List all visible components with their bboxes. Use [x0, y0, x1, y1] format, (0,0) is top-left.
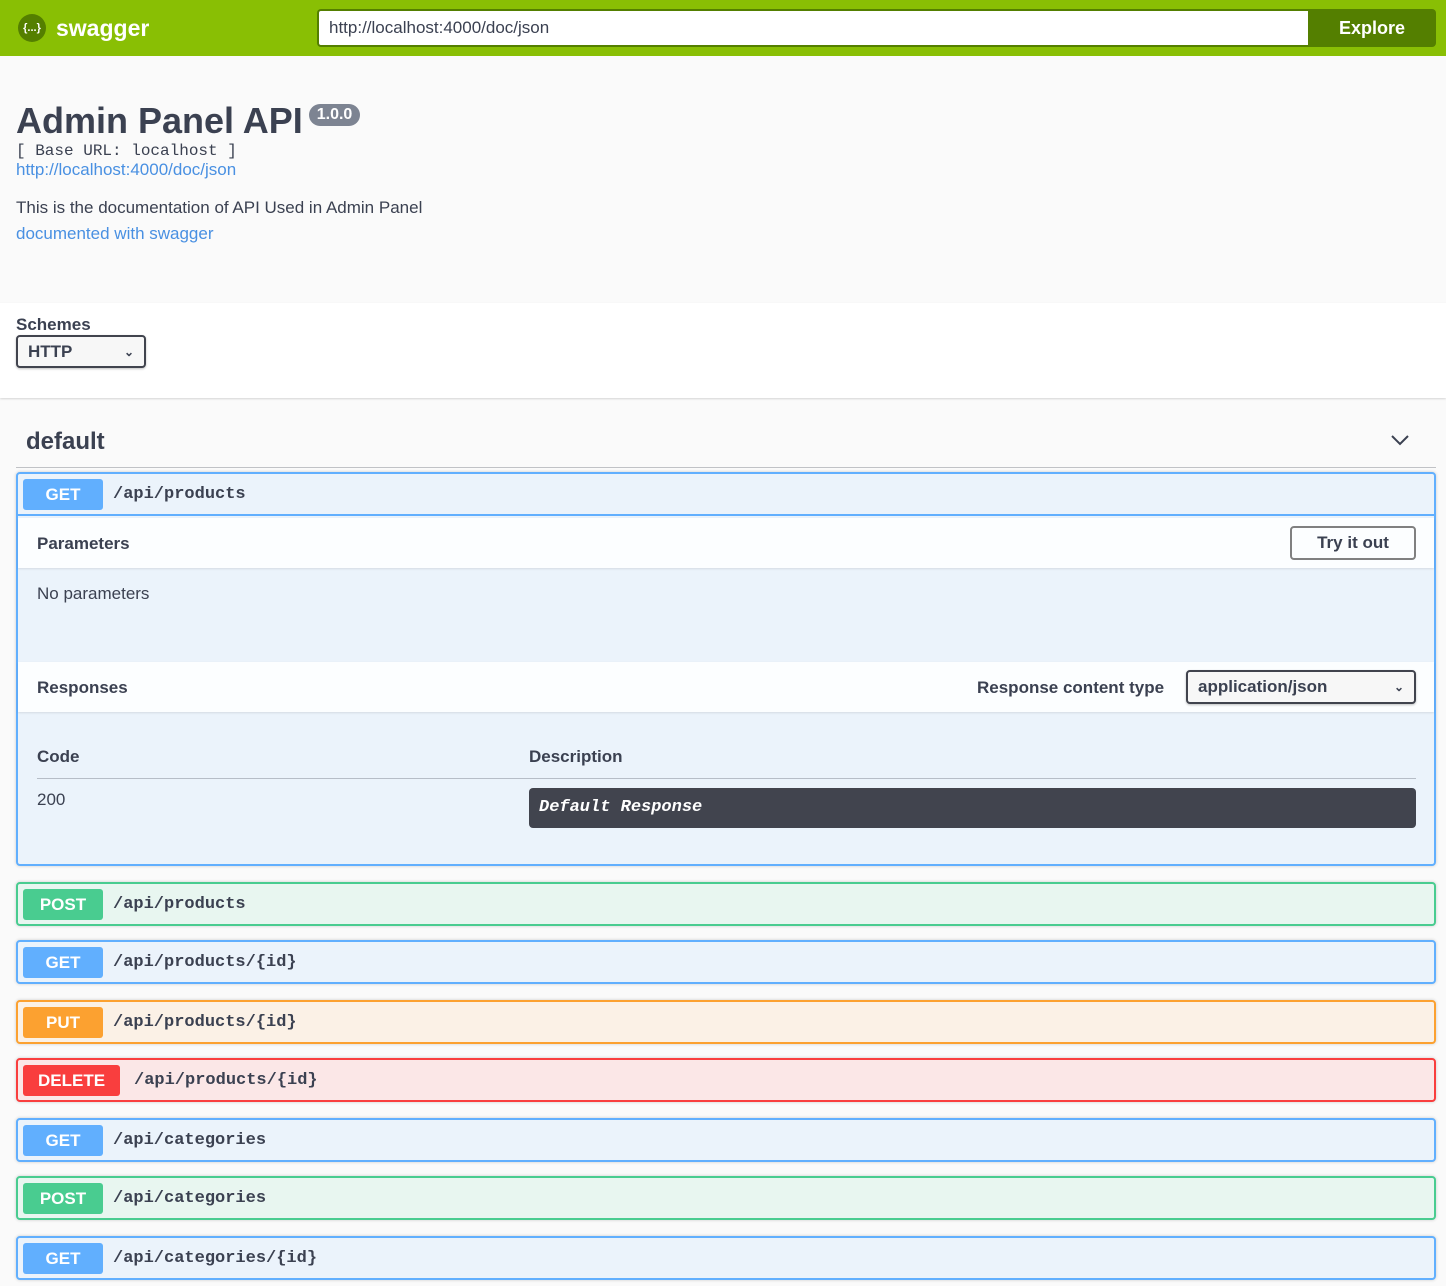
content-type-value: application/json	[1198, 677, 1328, 696]
tag-name: default	[26, 428, 105, 455]
base-url: [ Base URL: localhost ]	[16, 142, 237, 160]
chevron-down-icon[interactable]	[1390, 430, 1410, 451]
opblock-put[interactable]: PUT/api/products/{id}	[16, 1000, 1436, 1044]
method-badge: POST	[23, 1183, 103, 1214]
schemes-value: HTTP	[28, 341, 73, 361]
method-badge: GET	[23, 1125, 103, 1156]
swagger-logo[interactable]: {...} swagger	[18, 14, 149, 42]
content-type-label: Response content type	[977, 678, 1165, 697]
endpoint-path: /api/categories	[113, 1131, 267, 1150]
method-badge: GET	[23, 1243, 103, 1274]
spec-link[interactable]: http://localhost:4000/doc/json	[16, 160, 422, 180]
schemes-select[interactable]: HTTP ⌄	[16, 335, 146, 368]
endpoint-path: /api/categories/{id}	[113, 1249, 318, 1268]
response-description: Default Response	[529, 788, 1416, 828]
chevron-down-icon: ⌄	[1393, 680, 1404, 694]
page-title: Admin Panel API	[16, 100, 303, 141]
content-type-select[interactable]: application/json ⌄	[1186, 670, 1416, 704]
parameters-label: Parameters	[37, 534, 130, 553]
chevron-down-icon: ⌄	[123, 344, 134, 359]
schemes-label: Schemes	[16, 315, 91, 334]
code-header: Code	[37, 747, 80, 766]
method-badge: PUT	[23, 1007, 103, 1038]
endpoint-path: /api/products/{id}	[134, 1071, 318, 1090]
try-it-out-button[interactable]: Try it out	[1290, 526, 1416, 560]
method-badge: DELETE	[23, 1065, 121, 1096]
api-description: This is the documentation of API Used in…	[16, 198, 423, 217]
opblock-get[interactable]: GET/api/categories/{id}	[16, 1236, 1436, 1280]
parameters-header: Parameters Try it out	[18, 518, 1434, 568]
endpoint-path: /api/categories	[113, 1189, 267, 1208]
responses-table-header: Code Description	[37, 744, 1416, 779]
api-info: Admin Panel API 1.0.0 [ Base URL: localho…	[16, 100, 422, 244]
method-badge: POST	[23, 889, 103, 920]
topbar: {...} swagger Explore	[0, 0, 1446, 56]
endpoint-path: /api/products/{id}	[113, 953, 297, 972]
method-badge: GET	[23, 947, 103, 978]
swagger-link[interactable]: documented with swagger	[16, 224, 422, 244]
description-header: Description	[529, 747, 623, 766]
responses-header: Responses Response content type applicat…	[18, 662, 1434, 712]
version-badge: 1.0.0	[308, 104, 361, 126]
logo-text: swagger	[56, 14, 150, 41]
opblock-delete[interactable]: DELETE/api/products/{id}	[16, 1058, 1436, 1102]
endpoint-path: /api/products	[113, 485, 246, 504]
tag-default[interactable]: default	[16, 420, 1436, 468]
opblock-post[interactable]: POST/api/categories	[16, 1176, 1436, 1220]
method-badge: GET	[23, 479, 103, 510]
endpoint-path: /api/products/{id}	[113, 1013, 297, 1032]
opblock-post[interactable]: POST/api/products	[16, 882, 1436, 926]
opblock-expanded: GET /api/products Parameters Try it out …	[16, 472, 1436, 866]
swagger-logo-icon: {...}	[18, 14, 46, 42]
response-code: 200	[37, 790, 66, 809]
no-parameters: No parameters	[37, 584, 150, 603]
schemes-section: Schemes HTTP ⌄	[0, 303, 1446, 398]
opblock-get[interactable]: GET/api/categories	[16, 1118, 1436, 1162]
endpoint-path: /api/products	[113, 895, 246, 914]
opblock-get[interactable]: GET/api/products/{id}	[16, 940, 1436, 984]
spec-url-input[interactable]	[317, 9, 1309, 47]
opblock-summary[interactable]: GET /api/products	[18, 474, 1434, 516]
responses-label: Responses	[37, 678, 128, 697]
explore-button[interactable]: Explore	[1308, 9, 1436, 47]
